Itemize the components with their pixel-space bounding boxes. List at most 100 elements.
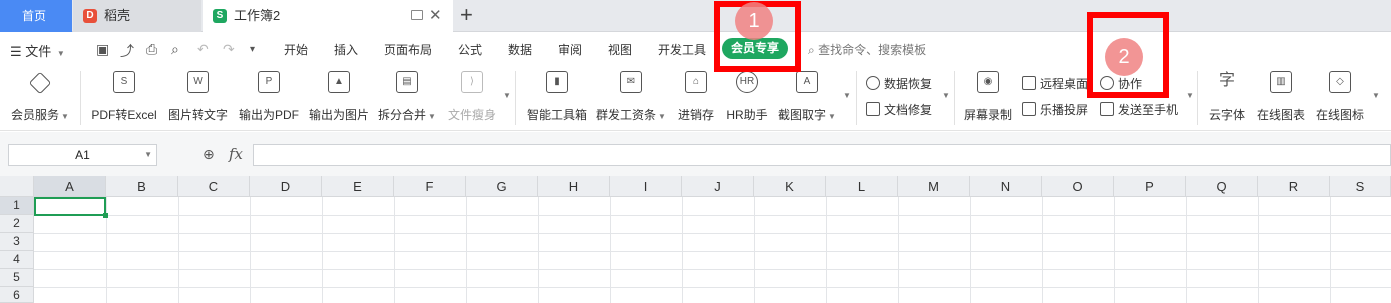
column-header[interactable]: N — [970, 176, 1042, 197]
column-header[interactable]: R — [1258, 176, 1330, 197]
column-header[interactable]: Q — [1186, 176, 1258, 197]
ribbon-remote-desktop[interactable]: 远程桌面 — [1022, 75, 1088, 92]
formula-input[interactable] — [253, 144, 1391, 166]
menu-tab-view[interactable]: 视图 — [608, 41, 632, 58]
print-icon[interactable]: ⎙ — [146, 41, 157, 58]
ribbon-group-expand-icon[interactable]: ▼ — [942, 91, 950, 100]
ribbon-group-expand-icon[interactable]: ▼ — [1186, 91, 1194, 100]
ribbon-file-slim[interactable]: ⟩ 文件瘦身 — [446, 71, 498, 127]
ribbon-online-chart[interactable]: ▥ 在线图表 — [1256, 71, 1306, 127]
column-header[interactable]: A — [34, 176, 106, 197]
column-header[interactable]: I — [610, 176, 682, 197]
row-header[interactable]: 2 — [0, 215, 34, 233]
menu-tab-review[interactable]: 审阅 — [558, 41, 582, 58]
column-header[interactable]: G — [466, 176, 538, 197]
ribbon-screenshot-ocr[interactable]: A 截图取字 ▼ — [777, 71, 837, 127]
ribbon-online-icon[interactable]: ◇ 在线图标 — [1315, 71, 1365, 127]
add-tab-button[interactable]: + — [460, 3, 473, 27]
row-header[interactable]: 5 — [0, 269, 34, 287]
column-header[interactable]: O — [1042, 176, 1114, 197]
menu-tab-start[interactable]: 开始 — [284, 41, 308, 58]
formula-bar: A1 ▼ ⊕ fx — [0, 132, 1391, 176]
data-recovery-icon — [866, 76, 880, 90]
function-icon[interactable]: fx — [229, 145, 243, 163]
tab-home[interactable]: 首页 — [0, 0, 72, 32]
ribbon-separator — [856, 71, 857, 125]
ribbon-send-phone[interactable]: 发送至手机 — [1100, 101, 1178, 118]
ribbon-export-image-label: 输出为图片 — [308, 108, 369, 122]
row-header[interactable]: 3 — [0, 233, 34, 251]
file-menu[interactable]: ☰ 文件 ▼ — [10, 41, 65, 60]
ribbon-hr-assistant[interactable]: HR HR助手 — [724, 71, 770, 127]
chevron-down-icon: ▼ — [56, 49, 65, 58]
ribbon-remote-desktop-label: 远程桌面 — [1040, 77, 1089, 91]
ribbon-member-service[interactable]: 会员服务 ▼ — [10, 71, 70, 127]
column-header[interactable]: C — [178, 176, 250, 197]
ribbon-image-to-text[interactable]: W 图片转文字 — [166, 71, 230, 127]
column-header[interactable]: P — [1114, 176, 1186, 197]
ribbon-send-phone-label: 发送至手机 — [1118, 103, 1179, 117]
ribbon-doc-repair[interactable]: 文档修复 — [866, 101, 932, 118]
row-header[interactable]: 4 — [0, 251, 34, 269]
column-header[interactable]: M — [898, 176, 970, 197]
column-header[interactable]: K — [754, 176, 826, 197]
ribbon-separator — [515, 71, 516, 125]
ribbon-broadcast[interactable]: 乐播投屏 — [1022, 101, 1088, 118]
daoke-logo-icon: D — [83, 9, 97, 23]
ribbon-image-to-text-label: 图片转文字 — [167, 108, 228, 122]
column-header[interactable]: J — [682, 176, 754, 197]
menu-tab-insert[interactable]: 插入 — [334, 41, 358, 58]
redo-icon[interactable]: ↷ — [223, 41, 235, 58]
undo-icon[interactable]: ↶ — [197, 41, 209, 58]
column-header[interactable]: E — [322, 176, 394, 197]
ribbon-inventory[interactable]: ⌂ 进销存 — [676, 71, 716, 127]
ribbon-smart-toolbox[interactable]: ▮ 智能工具箱 — [525, 71, 589, 127]
select-all-corner[interactable] — [0, 176, 34, 197]
share-icon[interactable]: ⤴ — [120, 41, 134, 61]
column-header[interactable]: B — [106, 176, 178, 197]
command-search[interactable]: ⌕ 查找命令、搜索模板 — [808, 41, 926, 58]
menu-tab-developer[interactable]: 开发工具 — [658, 41, 706, 58]
menu-bar: ☰ 文件 ▼ ▣ ⤴ ⎙ ⌕ ↶ ↷ ▾ 开始 插入 页面布局 公式 数据 审阅… — [0, 33, 1391, 65]
ribbon-cloud-font[interactable]: 字 云字体 — [1206, 71, 1248, 127]
hamburger-icon: ☰ — [10, 44, 22, 59]
ribbon-payroll[interactable]: ✉ 群发工资条 ▼ — [595, 71, 667, 127]
menu-tab-page-layout[interactable]: 页面布局 — [384, 41, 432, 58]
close-icon[interactable]: ✕ — [429, 0, 442, 32]
pdf-to-excel-icon: S — [113, 71, 135, 93]
ribbon-group-expand-icon[interactable]: ▼ — [1372, 91, 1380, 100]
window-icon[interactable] — [411, 10, 423, 20]
column-header[interactable]: D — [250, 176, 322, 197]
column-header[interactable]: H — [538, 176, 610, 197]
row-header[interactable]: 1 — [0, 197, 34, 215]
screenshot-ocr-icon: A — [796, 71, 818, 93]
active-cell-a1[interactable] — [34, 197, 108, 218]
screen-record-icon: ◉ — [977, 71, 999, 93]
column-header[interactable]: S — [1330, 176, 1391, 197]
row-header[interactable]: 6 — [0, 287, 34, 303]
save-icon[interactable]: ▣ — [96, 41, 109, 58]
tab-daoke[interactable]: D 稻壳 — [73, 0, 201, 32]
menu-tab-formula[interactable]: 公式 — [458, 41, 482, 58]
print-preview-icon[interactable]: ⌕ — [171, 41, 179, 58]
name-box[interactable]: A1 ▼ — [8, 144, 157, 166]
ribbon-split-merge[interactable]: ▤ 拆分合并 ▼ — [377, 71, 437, 127]
ribbon-pdf-to-excel[interactable]: S PDF转Excel — [90, 71, 158, 127]
tab-workbook[interactable]: S 工作簿2 ✕ — [203, 0, 453, 32]
chevron-down-icon[interactable]: ▼ — [144, 145, 152, 165]
menu-tab-data[interactable]: 数据 — [508, 41, 532, 58]
ribbon-split-merge-label: 拆分合并 — [378, 108, 427, 122]
ribbon-data-recovery[interactable]: 数据恢复 — [866, 75, 932, 92]
ribbon-member-service-label: 会员服务 — [11, 108, 60, 122]
ribbon-export-image[interactable]: ▲ 输出为图片 — [307, 71, 371, 127]
ribbon-export-pdf-label: 输出为PDF — [238, 108, 299, 122]
ribbon-group-expand-icon[interactable]: ▼ — [503, 91, 511, 100]
column-header[interactable]: L — [826, 176, 898, 197]
column-header[interactable]: F — [394, 176, 466, 197]
ribbon-group-expand-icon[interactable]: ▼ — [843, 91, 851, 100]
ribbon-screen-record[interactable]: ◉ 屏幕录制 — [962, 71, 1014, 127]
ribbon-export-pdf[interactable]: P 输出为PDF — [237, 71, 301, 127]
smart-toolbox-icon: ▮ — [546, 71, 568, 93]
zoom-icon[interactable]: ⊕ — [203, 146, 215, 163]
customize-toolbar-icon[interactable]: ▾ — [250, 44, 255, 55]
